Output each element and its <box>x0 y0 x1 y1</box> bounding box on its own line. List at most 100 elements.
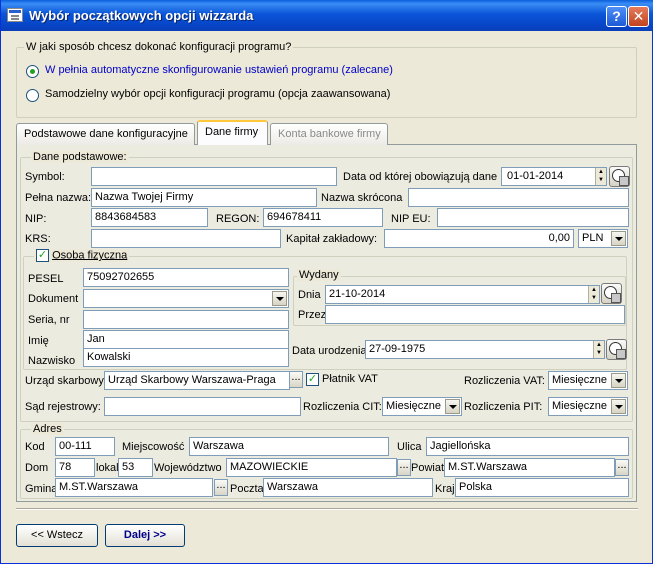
tab-bank-accounts[interactable]: Konta bankowe firmy <box>270 123 388 145</box>
symbol-input[interactable] <box>91 167 337 186</box>
commune-browse-button[interactable]: ... <box>214 479 228 496</box>
krs-input[interactable] <box>91 229 281 248</box>
birthdate-spinner[interactable]: ▲ ▼ <box>593 341 604 358</box>
basic-data-label: Dane podstawowe: <box>31 151 129 163</box>
tax-office-input[interactable]: Urząd Skarbowy Warszawa-Praga <box>104 371 290 390</box>
person-checkbox-wrap[interactable]: ✓ Osoba fizyczna <box>34 249 130 262</box>
flat-input[interactable]: 53 <box>118 458 153 477</box>
issued-by-label: Przez <box>298 309 327 321</box>
shortname-input[interactable] <box>408 188 629 207</box>
vat-settlement-label: Rozliczenia VAT: <box>464 375 545 387</box>
vat-payer-checkbox[interactable]: ✓ <box>306 373 319 386</box>
city-input[interactable]: Warszawa <box>189 437 389 456</box>
back-button[interactable]: << Wstecz <box>16 524 98 547</box>
window-title: Wybór początkowych opcji wizzarda <box>29 8 254 23</box>
symbol-label: Symbol: <box>25 171 65 183</box>
lastname-input[interactable]: Kowalski <box>83 348 289 367</box>
nipeu-label: NIP EU: <box>391 213 431 225</box>
calendar-clock-icon[interactable] <box>606 339 627 360</box>
tax-office-browse-button[interactable]: ... <box>289 371 303 388</box>
tax-office-label: Urząd skarbowy: <box>25 375 107 387</box>
court-input[interactable] <box>104 397 301 416</box>
county-browse-button[interactable]: ... <box>615 459 629 476</box>
issued-by-input[interactable] <box>325 305 625 324</box>
pesel-input[interactable]: 75092702655 <box>83 268 289 287</box>
nip-label: NIP: <box>25 213 47 225</box>
currency-value: PLN <box>582 232 604 244</box>
birthdate-label: Data urodzenia <box>292 345 367 357</box>
voivodeship-input[interactable]: MAZOWIECKIE <box>226 458 397 477</box>
chevron-down-icon[interactable] <box>272 291 287 306</box>
postcode-input[interactable]: 00-111 <box>55 437 115 456</box>
calendar-clock-icon[interactable] <box>609 166 630 187</box>
post-office-label: Poczta <box>230 483 264 495</box>
date-valid-input[interactable]: 01-01-2014 <box>501 167 607 186</box>
radio-manual-config[interactable] <box>26 89 39 102</box>
chevron-down-icon[interactable] <box>611 231 626 246</box>
config-mode-label: W jaki sposób chcesz dokonać konfiguracj… <box>24 41 294 53</box>
house-label: Dom <box>25 462 49 474</box>
pit-settlement-select[interactable]: Miesięczne <box>548 397 628 416</box>
next-button[interactable]: Dalej >> <box>105 524 185 547</box>
person-checkbox[interactable]: ✓ <box>36 249 49 262</box>
issued-day-spinner[interactable]: ▲ ▼ <box>588 286 599 303</box>
chevron-down-icon[interactable] <box>611 373 626 388</box>
postcode-label: Kod <box>25 441 45 453</box>
chevron-down-icon[interactable] <box>611 399 626 414</box>
help-button[interactable]: ? <box>606 6 627 27</box>
radio-manual-config-label[interactable]: Samodzielny wybór opcji konfiguracji pro… <box>45 88 390 100</box>
title-bar[interactable]: Wybór początkowych opcji wizzarda ? ✕ <box>1 0 653 31</box>
commune-input[interactable]: M.ST.Warszawa <box>55 478 213 497</box>
street-input[interactable]: Jagiellońska <box>426 437 629 456</box>
person-checkbox-label[interactable]: Osoba fizyczna <box>52 249 127 261</box>
date-valid-label: Data od której obowiązują dane <box>343 171 498 183</box>
radio-auto-config[interactable] <box>26 65 39 78</box>
issued-day-label: Dnia <box>298 289 321 301</box>
series-label: Seria, nr <box>28 314 70 326</box>
cit-settlement-select[interactable]: Miesięczne <box>382 397 462 416</box>
capital-input[interactable]: 0,00 <box>384 229 574 248</box>
country-input[interactable]: Polska <box>455 478 629 497</box>
document-label: Dokument <box>28 293 79 305</box>
calendar-clock-icon[interactable] <box>601 283 622 304</box>
date-valid-spinner[interactable]: ▲ ▼ <box>595 168 606 185</box>
vat-payer-label[interactable]: Płatnik VAT <box>322 373 378 385</box>
address-label: Adres <box>31 423 64 435</box>
nip-input[interactable]: 8843684583 <box>91 208 208 227</box>
regon-label: REGON: <box>216 213 260 225</box>
voivodeship-label: Województwo <box>154 462 222 474</box>
issued-label: Wydany <box>297 269 341 281</box>
chevron-down-icon[interactable] <box>445 399 460 414</box>
firstname-input[interactable]: Jan <box>83 330 289 349</box>
tab-company-data[interactable]: Dane firmy <box>197 120 268 145</box>
close-button[interactable]: ✕ <box>628 6 649 27</box>
vat-settlement-value: Miesięczne <box>552 374 608 386</box>
series-input[interactable] <box>83 310 289 329</box>
nipeu-input[interactable] <box>437 208 629 227</box>
pesel-label: PESEL <box>28 273 64 285</box>
house-input[interactable]: 78 <box>55 458 95 477</box>
fullname-input[interactable]: Nazwa Twojej Firmy <box>91 188 317 207</box>
county-input[interactable]: M.ST.Warszawa <box>444 458 615 477</box>
commune-label: Gmina <box>25 483 58 495</box>
currency-select[interactable]: PLN <box>578 229 628 248</box>
wizard-window: Wybór początkowych opcji wizzarda ? ✕ W … <box>0 0 653 564</box>
issued-day-input[interactable]: 21-10-2014 <box>325 285 600 304</box>
bottom-separator <box>16 508 638 510</box>
tab-basic-config[interactable]: Podstawowe dane konfiguracyjne <box>16 123 195 145</box>
config-mode-group <box>16 47 637 118</box>
document-select[interactable] <box>83 289 289 308</box>
birthdate-input[interactable]: 27-09-1975 <box>365 340 605 359</box>
shortname-label: Nazwa skrócona <box>321 192 403 204</box>
radio-auto-config-label[interactable]: W pełnia automatyczne skonfigurowanie us… <box>45 64 393 76</box>
street-label: Ulica <box>397 441 422 453</box>
voivodeship-browse-button[interactable]: ... <box>397 459 411 476</box>
flat-label: lokal <box>96 462 119 474</box>
regon-input[interactable]: 694678411 <box>263 208 383 227</box>
fullname-label: Pełna nazwa: <box>25 192 92 204</box>
pit-settlement-label: Rozliczenia PIT: <box>464 401 543 413</box>
post-office-input[interactable]: Warszawa <box>263 478 433 497</box>
county-label: Powiat <box>411 462 445 474</box>
vat-settlement-select[interactable]: Miesięczne <box>548 371 628 390</box>
capital-label: Kapitał zakładowy: <box>286 233 378 245</box>
